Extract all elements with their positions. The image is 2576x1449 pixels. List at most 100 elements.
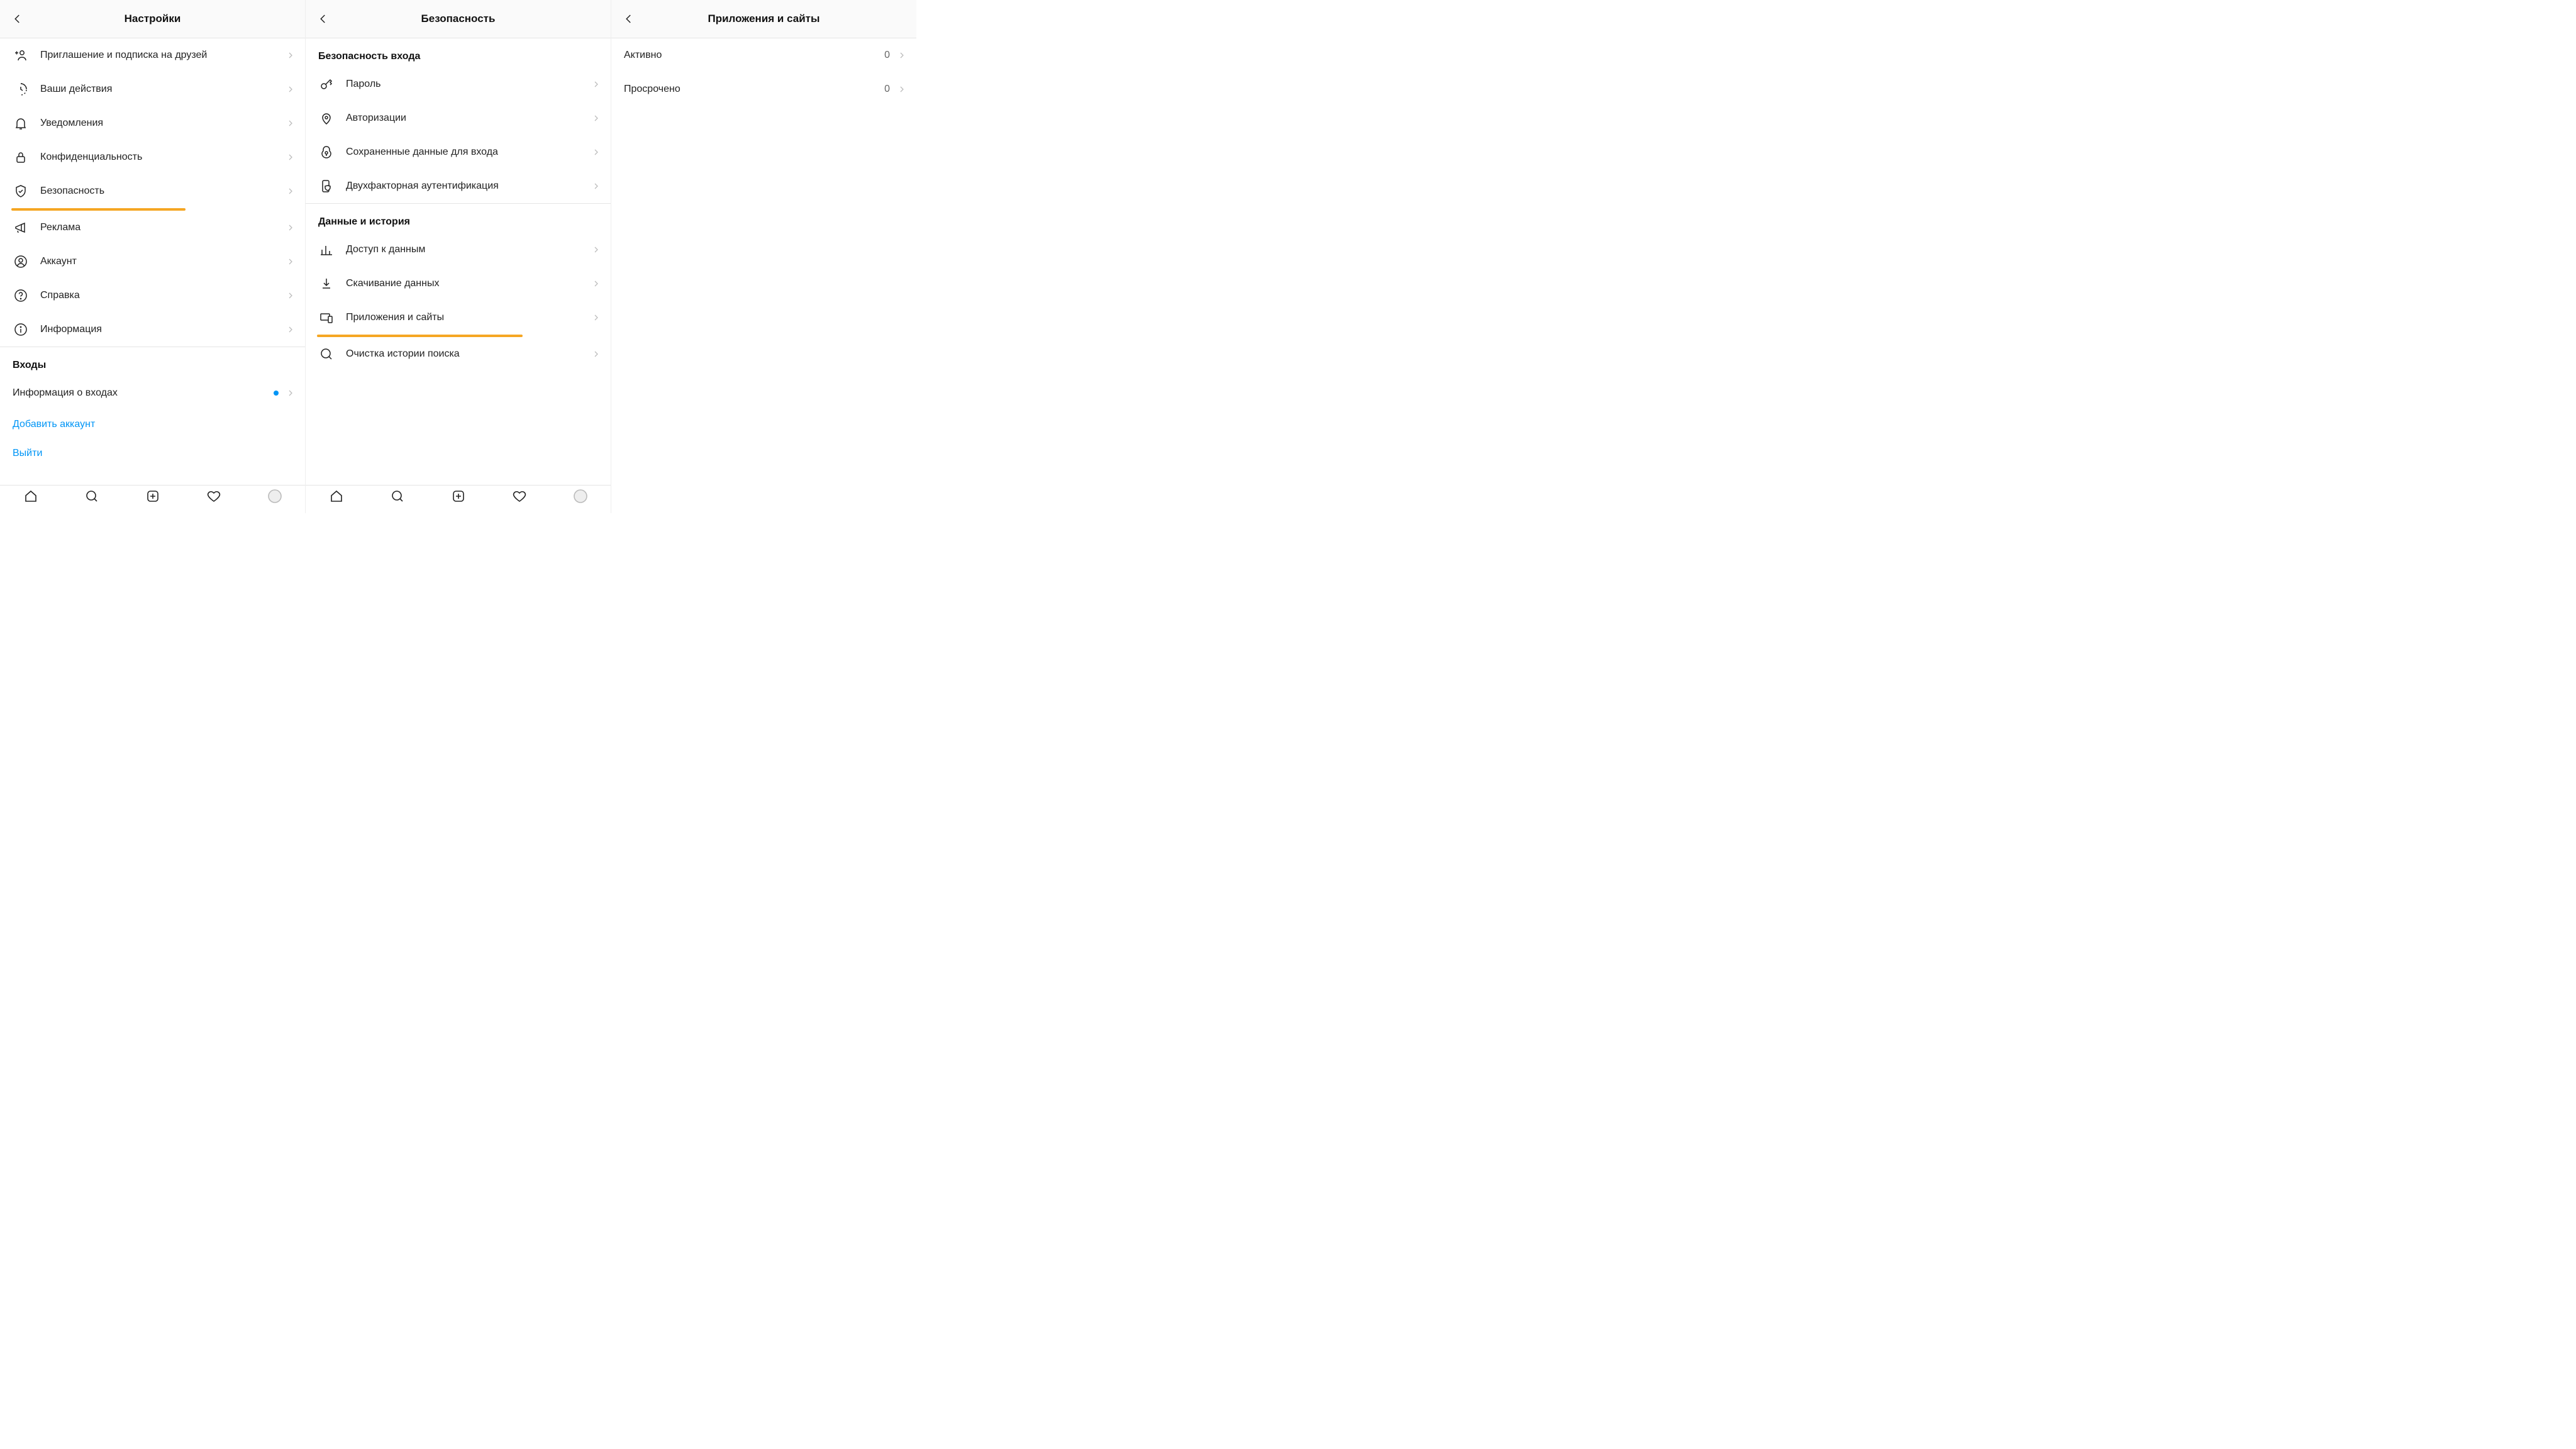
item-label: Аккаунт [40,256,285,267]
search-icon [390,489,405,504]
settings-item-activity[interactable]: Ваши действия [0,72,305,106]
settings-item-help[interactable]: Справка [0,279,305,313]
chevron-right-icon [591,246,602,253]
chevron-left-icon [623,13,635,25]
back-button[interactable] [3,0,33,38]
security-item-download-data[interactable]: Скачивание данных [306,267,611,301]
item-label: Справка [40,290,285,301]
bar-chart-icon [318,242,335,258]
item-label: Очистка истории поиска [346,348,591,360]
profile-icon [267,489,282,504]
page-title: Настройки [0,13,305,25]
home-icon [329,489,344,504]
chevron-right-icon [591,114,602,122]
chevron-right-icon [285,389,296,397]
tab-activity[interactable] [206,488,222,504]
chevron-right-icon [591,80,602,88]
add-account-link[interactable]: Добавить аккаунт [0,410,305,439]
chevron-right-icon [591,350,602,358]
chevron-right-icon [896,86,908,93]
item-label: Приглашение и подписка на друзей [40,50,285,61]
settings-item-notifications[interactable]: Уведомления [0,106,305,140]
back-button[interactable] [614,0,644,38]
tab-add[interactable] [145,488,161,504]
tab-bar [0,485,305,513]
keyhole-icon [318,144,335,160]
home-icon [23,489,38,504]
settings-item-invite[interactable]: Приглашение и подписка на друзей [0,38,305,72]
screen-settings: Настройки Приглашение и подписка на друз… [0,0,306,513]
settings-item-privacy[interactable]: Конфиденциальность [0,140,305,174]
security-item-password[interactable]: Пароль [306,67,611,101]
bell-icon [13,115,29,131]
person-circle-icon [13,253,29,270]
devices-icon [318,309,335,326]
item-label: Двухфакторная аутентификация [346,180,591,192]
apps-list: Активно 0 Просрочено 0 [611,38,916,513]
item-label: Конфиденциальность [40,152,285,163]
item-count: 0 [884,50,890,61]
security-item-login-activity[interactable]: Авторизации [306,101,611,135]
add-post-icon [451,489,466,504]
add-post-icon [145,489,160,504]
apps-item-active[interactable]: Активно 0 [611,38,916,72]
chevron-left-icon [12,13,23,25]
item-label: Приложения и сайты [346,312,591,323]
item-label: Пароль [346,79,591,90]
tab-search[interactable] [84,488,100,504]
item-label: Активно [624,50,884,61]
page-title: Приложения и сайты [611,13,916,25]
notification-dot-icon [274,391,279,396]
tab-activity[interactable] [511,488,528,504]
back-button[interactable] [308,0,338,38]
item-label: Уведомления [40,118,285,129]
item-label: Доступ к данным [346,244,591,255]
tab-profile[interactable] [267,488,283,504]
person-add-icon [13,47,29,64]
settings-item-security[interactable]: Безопасность [0,174,305,208]
heart-icon [206,489,221,504]
clock-icon [13,81,29,97]
tab-profile[interactable] [572,488,589,504]
help-icon [13,287,29,304]
download-icon [318,275,335,292]
section-login-security: Безопасность входа [306,38,611,67]
logout-link[interactable]: Выйти [0,439,305,468]
tab-home[interactable] [23,488,39,504]
security-item-clear-search[interactable]: Очистка истории поиска [306,337,611,371]
tab-home[interactable] [328,488,345,504]
security-item-two-factor[interactable]: Двухфакторная аутентификация [306,169,611,203]
chevron-right-icon [285,119,296,127]
chevron-right-icon [285,86,296,93]
tab-add[interactable] [450,488,467,504]
chevron-right-icon [591,314,602,321]
security-item-saved-login[interactable]: Сохраненные данные для входа [306,135,611,169]
apps-item-expired[interactable]: Просрочено 0 [611,72,916,106]
security-item-apps-websites[interactable]: Приложения и сайты [306,301,611,335]
chevron-right-icon [285,292,296,299]
settings-item-login-info[interactable]: Информация о входах [0,376,305,410]
chevron-right-icon [591,280,602,287]
shield-icon [13,183,29,199]
security-item-data-access[interactable]: Доступ к данным [306,233,611,267]
item-label: Авторизации [346,113,591,124]
settings-item-info[interactable]: Информация [0,313,305,347]
chevron-left-icon [318,13,329,25]
section-logins: Входы [0,347,305,376]
header: Безопасность [306,0,611,38]
page-title: Безопасность [306,13,611,25]
chevron-right-icon [285,187,296,195]
search-icon [318,346,335,362]
item-label: Реклама [40,222,285,233]
item-count: 0 [884,84,890,95]
settings-list: Приглашение и подписка на друзей Ваши де… [0,38,305,485]
chevron-right-icon [285,258,296,265]
profile-icon [573,489,588,504]
settings-item-ads[interactable]: Реклама [0,211,305,245]
key-icon [318,76,335,92]
settings-item-account[interactable]: Аккаунт [0,245,305,279]
info-icon [13,321,29,338]
screen-apps-websites: Приложения и сайты Активно 0 Просрочено … [611,0,916,513]
tab-search[interactable] [389,488,406,504]
item-label: Скачивание данных [346,278,591,289]
